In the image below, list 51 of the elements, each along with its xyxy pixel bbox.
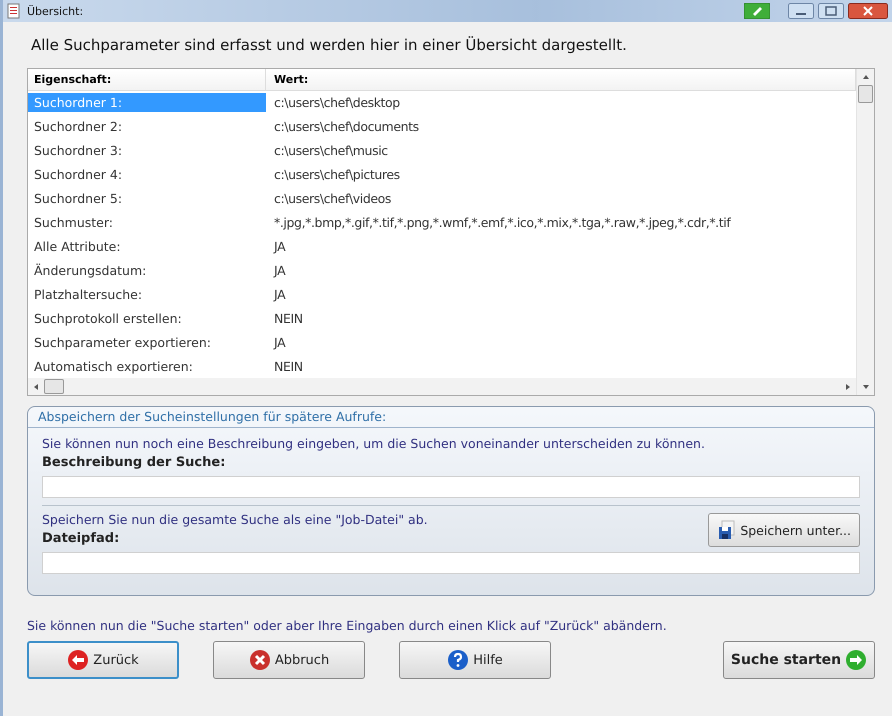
value-cell-text: c:\users\chef\desktop	[273, 94, 401, 112]
save-as-button[interactable]: Speichern unter...	[708, 513, 860, 547]
property-cell[interactable]: Suchprotokoll erstellen:	[28, 309, 266, 328]
value-cell-text: *.jpg,*.bmp,*.gif,*.tif,*.png,*.wmf,*.emf,*.ico,*.mix,*.tga,*.raw,*.jpeg,*.cdr,*.tif	[273, 214, 732, 232]
column-header: Eigenschaft:	[28, 69, 266, 90]
property-cell[interactable]: Suchordner 4:	[28, 165, 266, 184]
value-cell-text: c:\users\chef\pictures	[273, 166, 401, 184]
heading-text: Alle Suchparameter sind erfasst und werden hier in einer Übersicht dargestellt.	[30, 35, 628, 56]
value-cell-text: c:\users\chef\videos	[273, 190, 392, 208]
property-cell[interactable]: Alle Attribute:	[28, 237, 266, 256]
value-cell-text: c:\users\chef\music	[273, 142, 389, 160]
close-icon[interactable]	[848, 3, 888, 19]
help-icon	[447, 649, 470, 671]
scroll-thumb[interactable]	[858, 85, 873, 103]
file-path-field[interactable]	[42, 552, 860, 574]
edit-icon[interactable]	[744, 3, 770, 19]
description-field[interactable]	[42, 476, 860, 498]
property-cell[interactable]: Suchordner 5:	[28, 189, 266, 208]
footer-hint: Sie können nun die "Suche starten" oder aber Ihre Eingaben durch einen Klick auf "Zurück" abändern.	[27, 617, 668, 635]
horizontal-scrollbar[interactable]	[28, 378, 856, 395]
cancel-icon	[248, 649, 271, 671]
start-search-button[interactable]: Suche starten	[723, 641, 875, 679]
hint-text: Speichern Sie nun die gesamte Suche als eine "Job-Datei" ab.	[42, 511, 428, 529]
value-cell-text: JA	[272, 286, 286, 304]
vertical-scrollbar[interactable]	[856, 69, 874, 395]
file-path-label: Dateipfad:	[42, 530, 120, 548]
value-cell-text: NEIN	[273, 358, 304, 376]
property-cell[interactable]: Suchparameter exportieren:	[28, 333, 266, 352]
value-cell-text: JA	[272, 238, 286, 256]
group-title: Abspeichern der Sucheinstellungen für spätere Aufrufe:	[28, 407, 874, 428]
value-cell-text: JA	[272, 262, 286, 280]
maximize-icon[interactable]	[818, 3, 844, 19]
property-cell[interactable]: Suchmuster:	[28, 213, 266, 232]
cancel-button[interactable]: Abbruch	[213, 641, 365, 679]
hint-text: Sie können nun noch eine Beschreibung eingeben, um die Suchen voneinander unterscheiden zu können.	[42, 435, 706, 453]
property-cell[interactable]: Suchordner 3:	[28, 141, 266, 160]
value-cell-text: c:\users\chef\documents	[273, 118, 420, 136]
minimize-icon[interactable]	[788, 3, 814, 19]
window-title: Übersicht:	[27, 4, 84, 18]
value-cell-text: NEIN	[273, 310, 304, 328]
value-cell-text: JA	[272, 334, 286, 352]
property-cell[interactable]: Platzhaltersuche:	[28, 285, 266, 304]
property-cell[interactable]: Änderungsdatum:	[28, 261, 266, 280]
document-icon	[7, 3, 21, 19]
back-button[interactable]: Zurück	[27, 641, 179, 679]
floppy-disk-icon	[717, 520, 738, 540]
help-button[interactable]: Hilfe	[399, 641, 551, 679]
description-label: Beschreibung der Suche:	[42, 454, 226, 472]
property-cell[interactable]: Automatisch exportieren:	[28, 356, 266, 376]
property-cell[interactable]: Suchordner 2:	[28, 117, 266, 136]
scroll-thumb[interactable]	[44, 379, 64, 394]
